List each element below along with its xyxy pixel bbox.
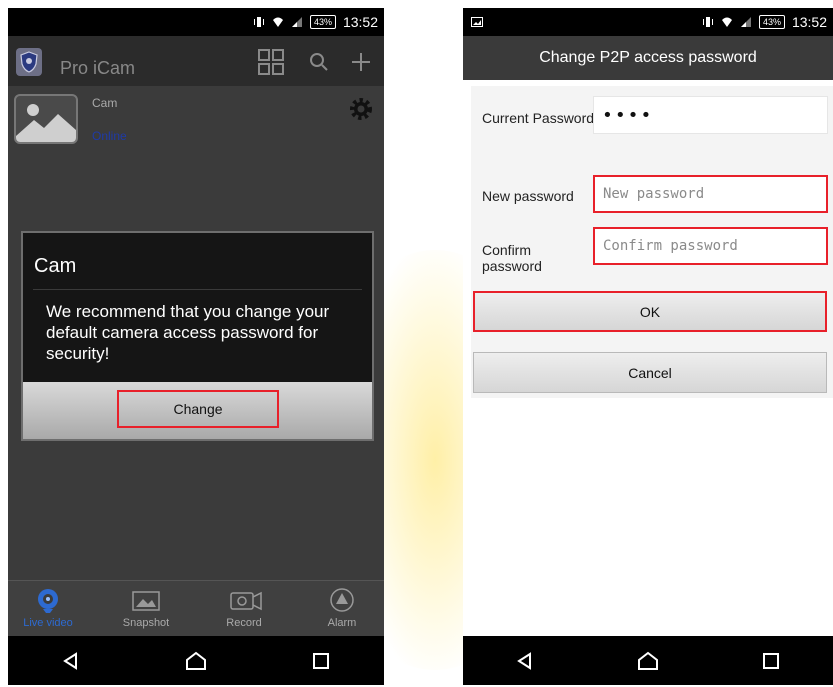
- new-password-label: New password: [482, 188, 574, 204]
- current-password-value: ••••: [602, 104, 654, 126]
- tab-record-label: Record: [226, 617, 262, 629]
- signal-icon: [291, 17, 302, 27]
- page-title: Change P2P access password: [463, 36, 833, 80]
- system-nav-bar: [8, 636, 384, 685]
- add-icon[interactable]: [347, 48, 375, 76]
- current-password-field[interactable]: ••••: [593, 96, 828, 134]
- battery-indicator: 43%: [309, 15, 336, 29]
- current-password-label: Current Password: [482, 110, 595, 126]
- app-bar: Pro iCam: [8, 36, 384, 86]
- nav-recents-button[interactable]: [301, 641, 341, 681]
- tab-snapshot-label: Snapshot: [122, 617, 170, 629]
- status-bar: 43% 13:52: [463, 8, 833, 36]
- tab-alarm[interactable]: Alarm: [302, 587, 382, 635]
- wifi-icon: [721, 17, 732, 27]
- grid-view-icon[interactable]: [257, 48, 285, 76]
- wifi-icon: [272, 17, 283, 27]
- nav-home-button[interactable]: [628, 641, 668, 681]
- right-phone-screen: 43% 13:52 Change P2P access password Cur…: [463, 8, 833, 685]
- dialog-title: Cam: [34, 255, 77, 277]
- camera-status: Online: [92, 129, 127, 143]
- snapshot-icon: [132, 591, 160, 611]
- home-icon: [185, 651, 206, 670]
- search-icon[interactable]: [305, 48, 333, 76]
- record-icon: [230, 591, 262, 611]
- camera-list-item[interactable]: Cam Online: [8, 86, 384, 156]
- recents-icon: [763, 652, 780, 669]
- home-icon: [637, 651, 658, 670]
- back-icon: [516, 651, 531, 670]
- gear-icon[interactable]: [348, 96, 374, 122]
- tab-snapshot[interactable]: Snapshot: [106, 587, 186, 635]
- recommendation-dialog: Cam We recommend that you change your de…: [21, 231, 374, 441]
- alarm-icon: [330, 588, 354, 612]
- nav-recents-button[interactable]: [751, 641, 791, 681]
- nav-back-button[interactable]: [505, 641, 545, 681]
- image-notification-icon: [471, 17, 483, 27]
- confirm-password-field[interactable]: [593, 227, 828, 265]
- system-nav-bar: [463, 636, 833, 685]
- tab-live-video-label: Live video: [23, 617, 73, 629]
- clock: 13:52: [342, 14, 378, 30]
- nav-home-button[interactable]: [176, 641, 216, 681]
- vibrate-icon: [253, 17, 264, 27]
- dialog-message: We recommend that you change your defaul…: [46, 302, 330, 363]
- status-bar: 43% 13:52: [8, 8, 384, 36]
- bottom-tab-bar: Live video Snapshot Record Alarm: [8, 580, 384, 636]
- left-phone-screen: 43% 13:52 Pro iCam Cam Online Cam We rec…: [8, 8, 384, 685]
- cancel-button[interactable]: Cancel: [473, 352, 827, 393]
- app-title: Pro iCam: [60, 58, 136, 78]
- new-password-field[interactable]: [593, 175, 828, 213]
- live-video-icon: [38, 589, 58, 613]
- app-logo-icon: [16, 48, 42, 76]
- back-icon: [62, 651, 77, 670]
- tab-record[interactable]: Record: [204, 587, 284, 635]
- camera-name: Cam: [92, 96, 118, 110]
- battery-indicator: 43%: [758, 15, 785, 29]
- signal-icon: [740, 17, 751, 27]
- tab-live-video[interactable]: Live video: [8, 587, 88, 635]
- camera-thumbnail-icon: [14, 94, 78, 144]
- dialog-divider: [33, 289, 362, 290]
- ok-button[interactable]: OK: [473, 291, 827, 332]
- recents-icon: [313, 652, 330, 669]
- dialog-button-area: Change: [23, 382, 372, 439]
- password-form: Current Password •••• New password Confi…: [471, 86, 833, 398]
- clock: 13:52: [791, 14, 827, 30]
- tab-alarm-label: Alarm: [327, 617, 357, 629]
- confirm-password-label: Confirm password: [482, 242, 542, 274]
- change-button[interactable]: Change: [117, 390, 279, 428]
- nav-back-button[interactable]: [51, 641, 91, 681]
- vibrate-icon: [702, 17, 713, 27]
